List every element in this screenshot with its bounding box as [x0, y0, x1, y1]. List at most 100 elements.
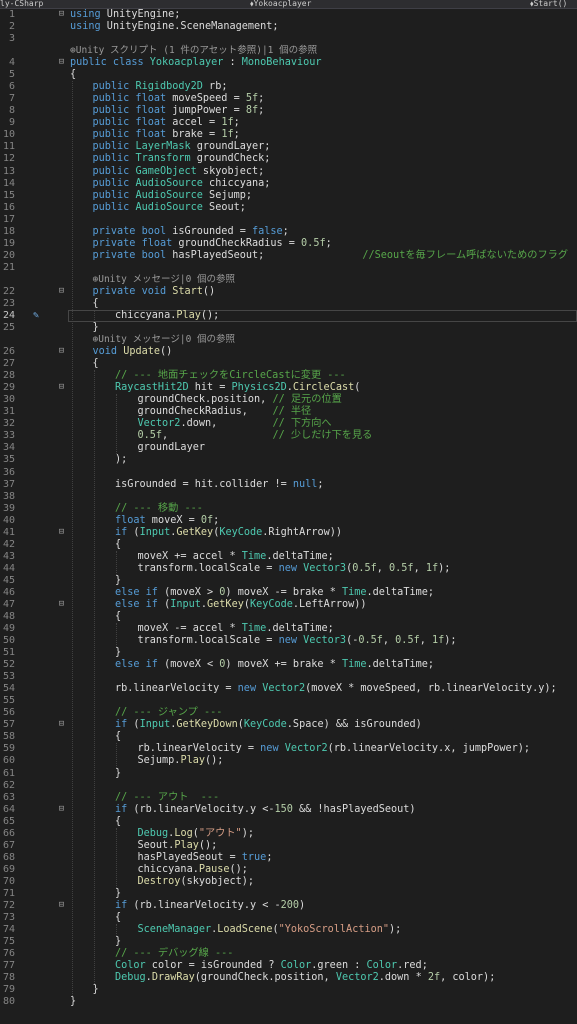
code-line[interactable]: 70 Destroy(skyobject);: [0, 876, 577, 888]
collapse-icon[interactable]: ⊟: [57, 804, 66, 814]
code-line[interactable]: 57 ⊟ if (Input.GetKeyDown(KeyCode.Space) &…: [0, 719, 577, 731]
code-line[interactable]: 7 public float moveSpeed = 5f;: [0, 93, 577, 105]
code-line[interactable]: 11 public LayerMask groundLayer;: [0, 141, 577, 153]
code-line[interactable]: 36: [0, 467, 577, 479]
code-line[interactable]: 40 float moveX = 0f;: [0, 515, 577, 527]
code-line[interactable]: 61}: [0, 768, 577, 780]
code-line[interactable]: 73 {: [0, 912, 577, 924]
code-line[interactable]: 23 {: [0, 298, 577, 310]
code-line[interactable]: 46 else if (moveX > 0) moveX -= brake * T…: [0, 587, 577, 599]
code-line[interactable]: 14 public AudioSource chiccyana;: [0, 178, 577, 190]
code-line[interactable]: 21: [0, 262, 577, 274]
code-line[interactable]: 59 rb.linearVelocity = new Vector2(rb.lin…: [0, 743, 577, 755]
class-dropdown[interactable]: ⬧Yokoacplayer: [250, 0, 311, 8]
code-line[interactable]: 79}: [0, 984, 577, 996]
code-line[interactable]: 75}: [0, 936, 577, 948]
code-line[interactable]: 65 {: [0, 816, 577, 828]
code-line[interactable]: 42 {: [0, 539, 577, 551]
code-line[interactable]: 22 ⊟ private void Start(): [0, 286, 577, 298]
code-line[interactable]: 68 hasPlayedSeout = true;: [0, 852, 577, 864]
code-line[interactable]: 55: [0, 695, 577, 707]
code-line[interactable]: 43 moveX += accel * Time.deltaTime;: [0, 551, 577, 563]
code-line[interactable]: 33 0.5f, // 少しだけ下を見る: [0, 430, 577, 442]
code-line[interactable]: 32 Vector2.down, // 下方向へ: [0, 418, 577, 430]
code-line[interactable]: 50 transform.localScale = new Vector3(-0.…: [0, 635, 577, 647]
code-line[interactable]: 71}: [0, 888, 577, 900]
collapse-icon[interactable]: ⊟: [57, 347, 66, 356]
code-line[interactable]: 67 Seout.Play();: [0, 840, 577, 852]
code-line[interactable]: 78 Debug.DrawRay(groundCheck.position, Ve…: [0, 972, 577, 984]
code-line[interactable]: 72 ⊟ if (rb.linearVelocity.y < -200): [0, 900, 577, 912]
code-line[interactable]: 35);: [0, 454, 577, 466]
code-line[interactable]: 25}: [0, 322, 577, 334]
code-text: chiccyana;: [202, 177, 271, 189]
code-line[interactable]: 1 ⊟ using UnityEngine;: [0, 9, 577, 21]
code-line[interactable]: 49 moveX -= accel * Time.deltaTime;: [0, 623, 577, 635]
collapse-icon[interactable]: ⊟: [57, 10, 66, 19]
code-line[interactable]: 44 transform.localScale = new Vector3(0.5…: [0, 563, 577, 575]
code-line[interactable]: 24 chiccyana.Play();: [0, 310, 577, 322]
code-text: private bool isGrounded = false;: [93, 226, 289, 238]
code-line[interactable]: 56 // --- ジャンプ ---: [0, 707, 577, 719]
code-line[interactable]: 34 groundLayer: [0, 442, 577, 454]
code-line[interactable]: 54 rb.linearVelocity = new Vector2(moveX …: [0, 683, 577, 695]
collapse-icon[interactable]: ⊟: [57, 527, 66, 537]
code-line[interactable]: 8 public float jumpPower = 8f;: [0, 105, 577, 117]
code-line[interactable]: 17: [0, 214, 577, 226]
code-line[interactable]: 20 private bool hasPlayedSeout; //Seoutを毎…: [0, 250, 577, 262]
collapse-icon[interactable]: ⊟: [57, 900, 66, 910]
collapse-icon[interactable]: ⊟: [57, 720, 66, 729]
code-line[interactable]: 31 groundCheckRadius, // 半径: [0, 406, 577, 418]
code-line[interactable]: 26 ⊟ void Update(): [0, 346, 577, 358]
code-line[interactable]: 9 public float accel = 1f;: [0, 117, 577, 129]
collapse-icon[interactable]: ⊟: [57, 383, 66, 392]
code-line[interactable]: 16 public AudioSource Seout;: [0, 202, 577, 214]
code-line[interactable]: 41 ⊟ if (Input.GetKey(KeyCode.RightArrow)): [0, 527, 577, 539]
codelens-reference-info[interactable]: ⊕Unity メッセージ|0 個の参照: [0, 334, 577, 346]
code-line[interactable]: 45}: [0, 575, 577, 587]
code-line[interactable]: 13 public GameObject skyobject;: [0, 166, 577, 178]
code-line[interactable]: 10 public float brake = 1f;: [0, 129, 577, 141]
code-line[interactable]: 60 Sejump.Play();: [0, 755, 577, 767]
code-line[interactable]: 80}: [0, 996, 577, 1008]
code-line[interactable]: 6 public Rigidbody2D rb;: [0, 81, 577, 93]
code-line[interactable]: 2 using UnityEngine.SceneManagement;: [0, 21, 577, 33]
code-line[interactable]: 66 Debug.Log("アウト");: [0, 828, 577, 840]
code-line[interactable]: 12 public Transform groundCheck;: [0, 153, 577, 165]
code-line[interactable]: 58 {: [0, 731, 577, 743]
project-dropdown[interactable]: ly-CSharp: [0, 0, 43, 8]
code-line[interactable]: 28 // --- 地面チェックをCircleCastに変更 ---: [0, 370, 577, 382]
code-line[interactable]: 39 // --- 移動 ---: [0, 503, 577, 515]
codelens-reference-info[interactable]: ⊕Unity スクリプト (1 件のアセット参照)|1 個の参照: [0, 45, 577, 57]
code-line[interactable]: 3: [0, 33, 577, 45]
code-line[interactable]: 15 public AudioSource Sejump;: [0, 190, 577, 202]
collapse-icon[interactable]: ⊟: [57, 286, 66, 296]
code-line[interactable]: 62: [0, 780, 577, 792]
collapse-icon[interactable]: ⊟: [57, 58, 66, 67]
member-dropdown[interactable]: ⬧Start(): [530, 0, 567, 8]
code-line[interactable]: 4 ⊟ public class Yokoacplayer : MonoBehavi…: [0, 57, 577, 69]
code-line[interactable]: 27 {: [0, 358, 577, 370]
code-line[interactable]: 53: [0, 671, 577, 683]
code-line[interactable]: 77 Color color = isGrounded ? Color.green…: [0, 960, 577, 972]
code-text: ;: [282, 225, 289, 237]
collapse-icon[interactable]: ⊟: [57, 599, 66, 609]
code-line[interactable]: 48 {: [0, 611, 577, 623]
code-line[interactable]: 30 groundCheck.position, // 足元の位置: [0, 394, 577, 406]
code-line[interactable]: 5{: [0, 69, 577, 81]
codelens-reference-info[interactable]: ⊕Unity メッセージ|0 個の参照: [0, 274, 577, 286]
code-line[interactable]: 37 isGrounded = hit.collider != null;: [0, 479, 577, 491]
code-line[interactable]: 52 else if (moveX < 0) moveX += brake * T…: [0, 659, 577, 671]
code-line[interactable]: 47 ⊟ else if (Input.GetKey(KeyCode.LeftArr…: [0, 599, 577, 611]
code-line[interactable]: 74 SceneManager.LoadScene("YokoScrollActi…: [0, 924, 577, 936]
code-line[interactable]: 19 private float groundCheckRadius = 0.5f…: [0, 238, 577, 250]
code-line[interactable]: 63 // --- アウト ---: [0, 792, 577, 804]
code-area[interactable]: 1 ⊟ using UnityEngine; 2 using UnityEngine.S…: [0, 9, 577, 1024]
code-line[interactable]: 18 private bool isGrounded = false;: [0, 226, 577, 238]
code-line[interactable]: 29 ⊟ RaycastHit2D hit = Physics2D.CircleCa…: [0, 382, 577, 394]
code-line[interactable]: 51}: [0, 647, 577, 659]
code-line[interactable]: 69 chiccyana.Pause();: [0, 864, 577, 876]
code-line[interactable]: 64 ⊟ if (rb.linearVelocity.y <-150 && !has…: [0, 804, 577, 816]
code-line[interactable]: 38: [0, 491, 577, 503]
code-line[interactable]: 76 // --- デバッグ線 ---: [0, 948, 577, 960]
